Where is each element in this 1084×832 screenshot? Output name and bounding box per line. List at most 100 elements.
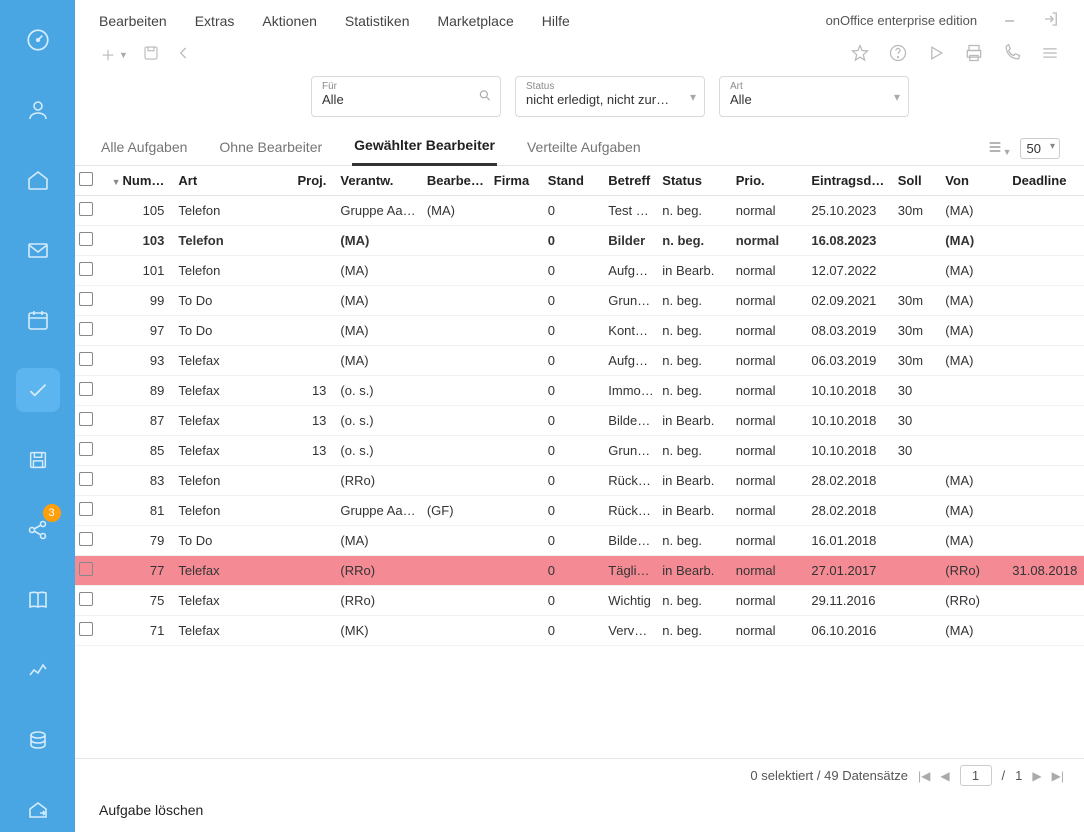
delete-task-button[interactable]: Aufgabe löschen <box>75 792 1084 832</box>
pager-next[interactable]: ▶ <box>1032 769 1041 783</box>
header-von[interactable]: Von <box>941 166 1008 196</box>
header-betreff[interactable]: Betreff <box>604 166 658 196</box>
cell-betreff: Immo… <box>604 376 658 406</box>
table-row[interactable]: 99To Do(MA)0Grun…n. beg.normal02.09.2021… <box>75 286 1084 316</box>
header-firma[interactable]: Firma <box>490 166 544 196</box>
sidebar-save[interactable] <box>16 438 60 482</box>
list-view-icon[interactable]: ▼ <box>987 139 1012 158</box>
filter-art-value: Alle <box>730 92 752 107</box>
sidebar-stats[interactable] <box>16 648 60 692</box>
pager-last[interactable]: ▶| <box>1052 769 1064 783</box>
header-eintrag[interactable]: Eintragsd… <box>807 166 893 196</box>
row-checkbox[interactable] <box>75 556 107 586</box>
sidebar-docs[interactable] <box>16 578 60 622</box>
menu-hilfe[interactable]: Hilfe <box>542 13 570 29</box>
print-button[interactable] <box>964 43 984 66</box>
sidebar-network[interactable]: 3 <box>16 508 60 552</box>
pager-page-input[interactable]: 1 <box>960 765 992 786</box>
cell-firma <box>490 466 544 496</box>
help-button[interactable] <box>888 43 908 66</box>
row-checkbox[interactable] <box>75 316 107 346</box>
sidebar-calendar[interactable] <box>16 298 60 342</box>
header-verantw[interactable]: Verantw. <box>336 166 422 196</box>
header-soll[interactable]: Soll <box>894 166 942 196</box>
table-row[interactable]: 93Telefax(MA)0Aufga…n. beg.normal06.03.2… <box>75 346 1084 376</box>
sidebar-listing[interactable] <box>16 788 60 832</box>
table-row[interactable]: 75Telefax(RRo)0Wichtign. beg.normal29.11… <box>75 586 1084 616</box>
row-checkbox[interactable] <box>75 496 107 526</box>
menu-bearbeiten[interactable]: Bearbeiten <box>99 13 167 29</box>
pager-prev[interactable]: ◀ <box>940 769 949 783</box>
filter-status[interactable]: Status nicht erledigt, nicht zurü… ▾ <box>515 76 705 117</box>
row-checkbox[interactable] <box>75 286 107 316</box>
header-art[interactable]: Art <box>174 166 284 196</box>
minimize-button[interactable]: – <box>1005 12 1014 30</box>
table-row[interactable]: 85Telefax13(o. s.)0Grun…n. beg.normal10.… <box>75 436 1084 466</box>
cell-soll: 30m <box>894 196 942 226</box>
header-checkbox[interactable] <box>75 166 107 196</box>
row-checkbox[interactable] <box>75 436 107 466</box>
header-status[interactable]: Status <box>658 166 731 196</box>
phone-button[interactable] <box>1002 43 1022 66</box>
header-deadline[interactable]: Deadline <box>1008 166 1084 196</box>
menu-button[interactable] <box>1040 43 1060 66</box>
header-prio[interactable]: Prio. <box>732 166 808 196</box>
tab-verteilte-aufgaben[interactable]: Verteilte Aufgaben <box>525 131 643 165</box>
filter-art[interactable]: Art Alle ▾ <box>719 76 909 117</box>
header-bearbeiter[interactable]: Bearbei… <box>423 166 490 196</box>
row-checkbox[interactable] <box>75 346 107 376</box>
page-size-select[interactable]: 50 <box>1020 138 1060 159</box>
sidebar-properties[interactable] <box>16 158 60 202</box>
row-checkbox[interactable] <box>75 256 107 286</box>
filter-fuer[interactable]: Für Alle <box>311 76 501 117</box>
table-row[interactable]: 87Telefax13(o. s.)0Bilder…in Bearb.norma… <box>75 406 1084 436</box>
table-row[interactable]: 97To Do(MA)0Konta…n. beg.normal08.03.201… <box>75 316 1084 346</box>
table-row[interactable]: 105TelefonGruppe Aa…(MA)0Test …n. beg.no… <box>75 196 1084 226</box>
menu-extras[interactable]: Extras <box>195 13 235 29</box>
back-button[interactable] <box>174 43 194 66</box>
sidebar-mail[interactable] <box>16 228 60 272</box>
header-proj[interactable]: Proj. <box>285 166 337 196</box>
save-button[interactable] <box>142 44 160 65</box>
row-checkbox[interactable] <box>75 196 107 226</box>
row-checkbox[interactable] <box>75 616 107 646</box>
table-row[interactable]: 81TelefonGruppe Aa…(GF)0Rückr…in Bearb.n… <box>75 496 1084 526</box>
cell-num: 99 <box>107 286 174 316</box>
tab-gewaehlter-bearbeiter[interactable]: Gewählter Bearbeiter <box>352 129 497 166</box>
star-button[interactable] <box>850 43 870 66</box>
table-row[interactable]: 79To Do(MA)0Bilder…n. beg.normal16.01.20… <box>75 526 1084 556</box>
sidebar-contacts[interactable] <box>16 88 60 132</box>
table-row[interactable]: 89Telefax13(o. s.)0Immo…n. beg.normal10.… <box>75 376 1084 406</box>
menu-aktionen[interactable]: Aktionen <box>262 13 316 29</box>
sidebar-tasks[interactable] <box>16 368 60 412</box>
main-content: Bearbeiten Extras Aktionen Statistiken M… <box>75 0 1084 832</box>
row-checkbox[interactable] <box>75 526 107 556</box>
row-checkbox[interactable] <box>75 376 107 406</box>
row-checkbox[interactable] <box>75 466 107 496</box>
header-num[interactable]: ▼Num… <box>107 166 174 196</box>
table-row[interactable]: 71Telefax(MK)0Verv…n. beg.normal06.10.20… <box>75 616 1084 646</box>
table-row[interactable]: 101Telefon(MA)0Aufga…in Bearb.normal12.0… <box>75 256 1084 286</box>
tab-alle-aufgaben[interactable]: Alle Aufgaben <box>99 131 189 165</box>
header-stand[interactable]: Stand <box>544 166 604 196</box>
tab-ohne-bearbeiter[interactable]: Ohne Bearbeiter <box>217 131 324 165</box>
menu-statistiken[interactable]: Statistiken <box>345 13 410 29</box>
table-row[interactable]: 77Telefax(RRo)0Täglic…in Bearb.normal27.… <box>75 556 1084 586</box>
cell-art: Telefon <box>174 226 284 256</box>
cell-eintrag: 16.08.2023 <box>807 226 893 256</box>
pager-status: 0 selektiert / 49 Datensätze <box>750 768 908 783</box>
sidebar-dashboard[interactable] <box>16 18 60 62</box>
cell-deadline <box>1008 286 1084 316</box>
add-button[interactable]: ▼ <box>99 46 128 64</box>
row-checkbox[interactable] <box>75 586 107 616</box>
table-row[interactable]: 103Telefon(MA)0Bildern. beg.normal16.08.… <box>75 226 1084 256</box>
row-checkbox[interactable] <box>75 226 107 256</box>
pager-first[interactable]: |◀ <box>918 769 930 783</box>
table-row[interactable]: 83Telefon(RRo)0Rückr…in Bearb.normal28.0… <box>75 466 1084 496</box>
sidebar-finances[interactable] <box>16 718 60 762</box>
exit-icon[interactable] <box>1042 10 1060 31</box>
menu-marketplace[interactable]: Marketplace <box>437 13 513 29</box>
sidebar: 3 <box>0 0 75 832</box>
play-button[interactable] <box>926 43 946 66</box>
row-checkbox[interactable] <box>75 406 107 436</box>
